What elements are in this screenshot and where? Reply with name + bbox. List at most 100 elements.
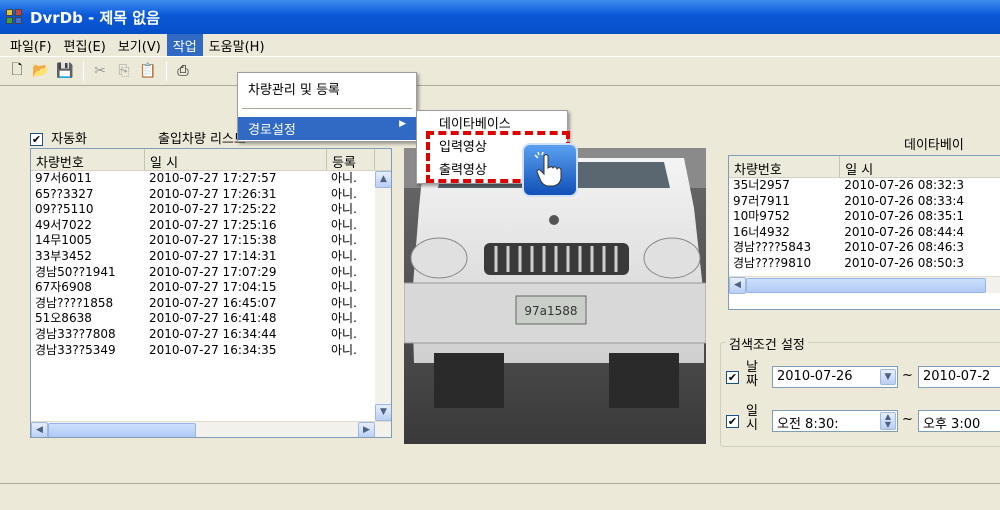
date-tilde: ~ [902,368,913,383]
table-row[interactable]: 49서7022 2010-07-27 17:25:16 아니. [31,218,391,234]
cell-registered: 아니. [331,186,357,201]
db-col-plate[interactable]: 차량번호 [729,156,841,177]
cell-plate: 경남33??5349 [35,342,116,357]
print-icon[interactable]: ⎙ [172,60,194,82]
copy-icon[interactable]: ⎘ [113,60,135,82]
cell-plate: 35너2957 [733,178,790,192]
date-dropdown-icon[interactable]: ▼ [880,369,896,385]
open-folder-icon[interactable]: 📂 [30,60,52,82]
table-row[interactable]: 35너2957 2010-07-26 08:32:3 [729,178,1000,194]
cell-registered: 아니. [331,202,357,217]
db-scroll-thumb[interactable] [746,278,986,293]
cell-registered: 아니. [331,311,357,326]
list-body: 97서6011 2010-07-27 17:27:57 아니. 65??3327 201… [31,171,391,358]
table-row[interactable]: 10마9752 2010-07-26 08:35:1 [729,209,1000,225]
cell-plate: 경남33??7808 [35,326,116,341]
table-row[interactable]: 65??3327 2010-07-27 17:26:31 아니. [31,187,391,203]
cell-datetime: 2010-07-27 17:25:16 [149,217,277,232]
submenu-arrow-icon: ▶ [399,119,406,129]
hand-pointer-icon [522,143,578,197]
cell-plate: 경남????1858 [35,295,114,310]
table-row[interactable]: 경남50??1941 2010-07-27 17:07:29 아니. [31,265,391,281]
cell-plate: 33부3452 [35,248,92,263]
horizontal-scrollbar[interactable]: ◀ ▶ [31,421,391,437]
time-checkbox[interactable]: ✔ [726,415,739,428]
scroll-thumb[interactable] [48,423,196,437]
menu-bar: 파일(F) 편집(E) 보기(V) 작업 도움말(H) [0,33,1000,57]
cell-datetime: 2010-07-27 16:41:48 [149,311,277,326]
col-plate[interactable]: 차량번호 [31,149,145,170]
db-list-header: 차량번호 일 시 [729,156,1000,178]
time-label: 일시 [746,404,758,433]
table-row[interactable]: 경남????1858 2010-07-27 16:45:07 아니. [31,296,391,312]
menu-view[interactable]: 보기(V) [112,34,167,57]
scroll-down-icon[interactable]: ▼ [375,404,391,421]
db-scroll-left-icon[interactable]: ◀ [729,277,746,294]
scroll-left-icon[interactable]: ◀ [31,422,48,437]
list-title: 출입차량 리스트 [158,132,246,147]
auto-checkbox[interactable]: ✔ [30,133,43,146]
db-list[interactable]: 차량번호 일 시 35너2957 2010-07-26 08:32:3 97러791… [728,155,1000,310]
table-row[interactable]: 16너4932 2010-07-26 08:44:4 [729,225,1000,241]
table-row[interactable]: 경남33??7808 2010-07-27 16:34:44 아니. [31,327,391,343]
cell-plate: 51오8638 [35,311,92,326]
table-row[interactable]: 경남????5843 2010-07-26 08:46:3 [729,240,1000,256]
table-row[interactable]: 경남????9810 2010-07-26 08:50:3 [729,256,1000,272]
menu-path-settings-label: 경로설정 [248,123,296,138]
cell-datetime: 2010-07-26 08:32:3 [844,178,965,192]
table-row[interactable]: 경남33??5349 2010-07-27 16:34:35 아니. [31,343,391,359]
cell-datetime: 2010-07-27 17:14:31 [149,248,277,263]
window-title: DvrDb - 제목 없음 [30,8,160,27]
menu-path-settings[interactable]: 경로설정 ▶ [238,117,416,140]
col-registered[interactable]: 등록 [327,149,375,170]
scroll-up-icon[interactable]: ▲ [375,171,391,188]
cell-registered: 아니. [331,233,357,248]
cell-datetime: 2010-07-26 08:50:3 [844,255,965,270]
cell-registered: 아니. [331,295,357,310]
table-row[interactable]: 67자6908 2010-07-27 17:04:15 아니. [31,280,391,296]
table-row[interactable]: 14무1005 2010-07-27 17:15:38 아니. [31,233,391,249]
menu-task[interactable]: 작업 [166,33,203,57]
date-from-picker[interactable]: 2010-07-26 ▼ [772,366,898,388]
auto-checkbox-row[interactable]: ✔ 자동화 [30,128,87,147]
cell-datetime: 2010-07-27 17:04:15 [149,280,277,295]
table-row[interactable]: 33부3452 2010-07-27 17:14:31 아니. [31,249,391,265]
time-spin-icon[interactable]: ▲ ▼ [880,412,896,430]
table-row[interactable]: 09??5110 2010-07-27 17:25:22 아니. [31,202,391,218]
save-icon[interactable]: 💾 [54,60,76,82]
cell-registered: 아니. [331,248,357,263]
col-datetime[interactable]: 일 시 [145,149,327,170]
menu-help[interactable]: 도움말(H) [203,34,271,57]
auto-label: 자동화 [51,132,88,147]
table-row[interactable]: 97러7911 2010-07-26 08:33:4 [729,194,1000,210]
cell-datetime: 2010-07-27 16:45:07 [149,295,277,310]
scroll-right-icon[interactable]: ▶ [358,422,375,437]
menu-vehicle-registration[interactable]: 차량관리 및 등록 [238,77,416,100]
menu-file[interactable]: 파일(F) [4,34,58,57]
cut-icon[interactable]: ✂ [89,60,111,82]
db-col-datetime[interactable]: 일 시 [840,156,1000,177]
cell-plate: 09??5110 [35,202,94,217]
new-file-icon[interactable]: 🗋 [6,60,28,82]
db-horizontal-scrollbar[interactable]: ◀ [729,276,1000,294]
cell-registered: 아니. [331,171,357,185]
vertical-scrollbar[interactable]: ▲ ▼ [375,171,391,421]
menu-separator [242,108,412,109]
search-legend: 검색조건 설정 [726,334,808,353]
date-to-picker[interactable]: 2010-07-2 [918,366,1000,388]
cell-plate: 14무1005 [35,233,92,248]
cell-plate: 경남50??1941 [35,264,116,279]
time-from-picker[interactable]: 오전 8:30: ▲ ▼ [772,410,898,432]
table-row[interactable]: 97서6011 2010-07-27 17:27:57 아니. [31,171,391,187]
cell-datetime: 2010-07-27 17:25:22 [149,202,277,217]
entry-list[interactable]: 차량번호 일 시 등록 97서6011 2010-07-27 17:27:57 아니… [30,148,392,438]
db-list-body: 35너2957 2010-07-26 08:32:3 97러7911 2010-07-… [729,178,1000,272]
paste-icon[interactable]: 📋 [137,60,159,82]
time-to-picker[interactable]: 오후 3:00 [918,410,1000,432]
date-checkbox[interactable]: ✔ [726,371,739,384]
menu-edit[interactable]: 편집(E) [58,34,112,57]
cell-datetime: 2010-07-27 16:34:44 [149,326,277,341]
cell-plate: 경남????5843 [733,240,812,255]
table-row[interactable]: 51오8638 2010-07-27 16:41:48 아니. [31,311,391,327]
list-header: 차량번호 일 시 등록 [31,149,391,171]
